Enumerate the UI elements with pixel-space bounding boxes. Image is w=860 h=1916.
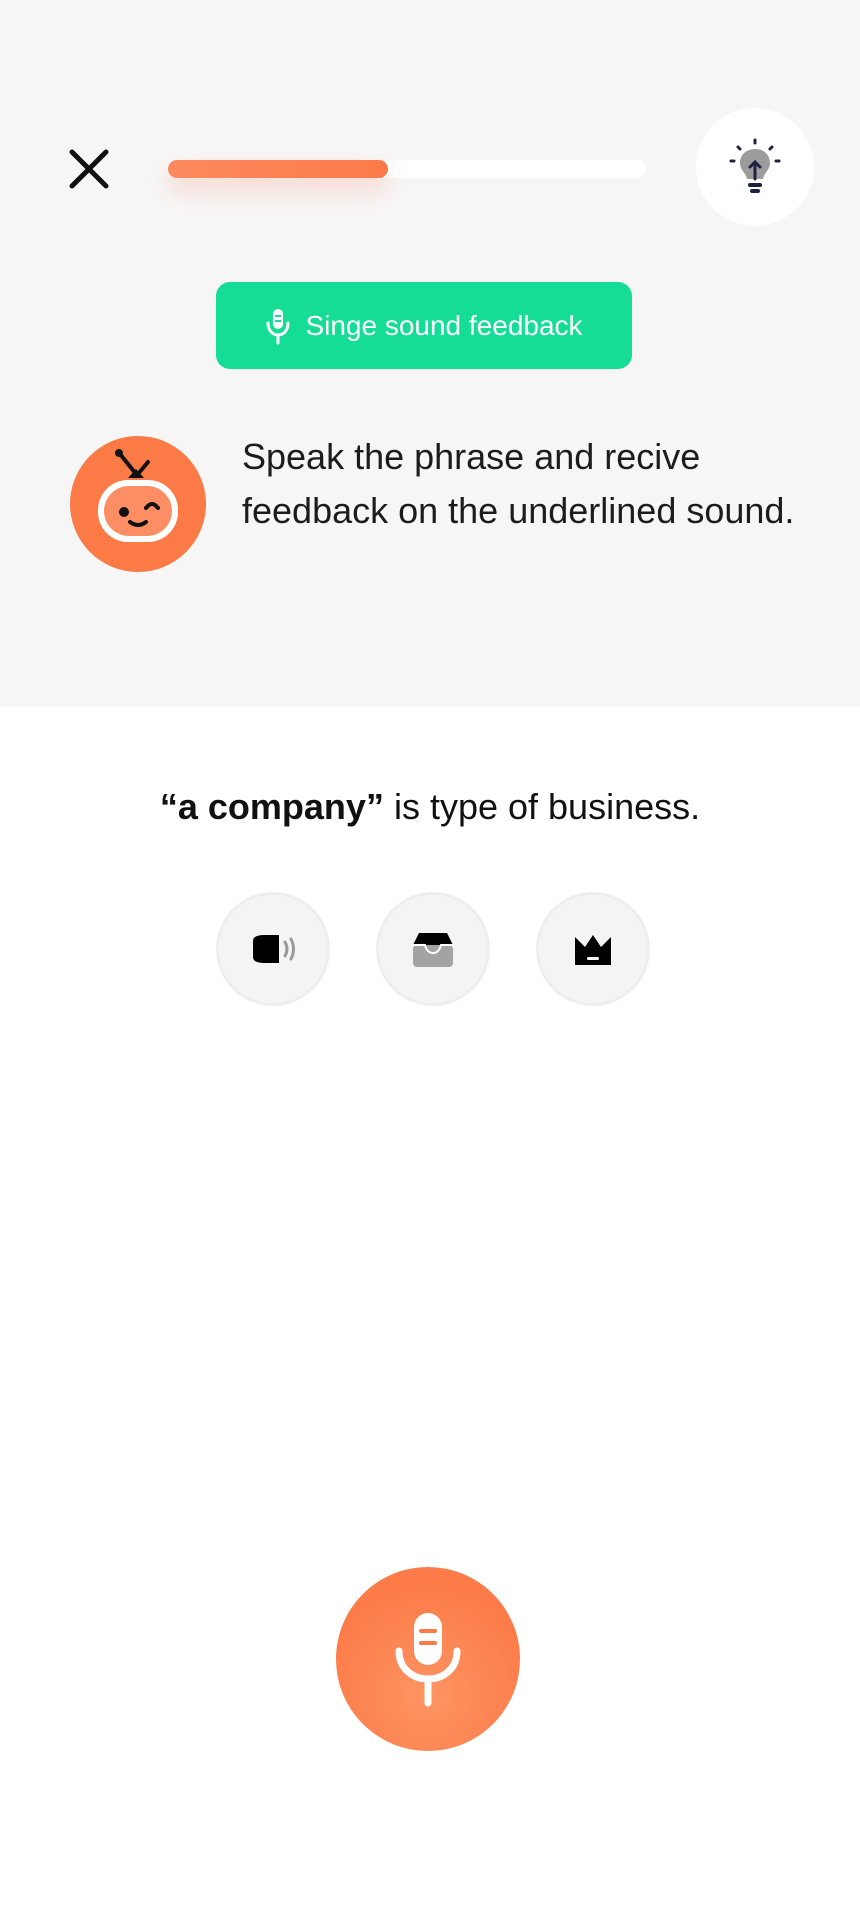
hint-button[interactable]: [696, 108, 814, 226]
practice-phrase: “a company” is type of business.: [0, 786, 860, 828]
lesson-header-area: Singe sound feedback Speak the phrase an…: [0, 0, 860, 706]
premium-button[interactable]: [536, 892, 650, 1006]
progress-fill: [168, 160, 388, 178]
phrase-tools: [216, 892, 650, 1006]
speaker-icon: [253, 935, 295, 963]
instruction-text: Speak the phrase and recive feedback on …: [242, 436, 795, 531]
microphone-icon: [395, 1613, 461, 1707]
close-icon: [69, 149, 109, 189]
close-button[interactable]: [60, 140, 118, 198]
save-button[interactable]: [376, 892, 490, 1006]
robot-mascot-avatar: [70, 436, 206, 572]
badge-label: Singe sound feedback: [305, 309, 583, 341]
inbox-tray-icon: [413, 933, 453, 967]
crown-icon: [575, 935, 611, 965]
phrase-rest: is type of business.: [383, 786, 701, 827]
progress-bar: [168, 160, 646, 178]
lightbulb-icon: [729, 138, 781, 193]
robot-mascot-icon: [98, 449, 178, 542]
single-sound-feedback-badge: Singe sound feedback: [216, 282, 632, 369]
microphone-icon: [266, 308, 290, 344]
phrase-highlight: “a company”: [159, 786, 384, 827]
speaker-button[interactable]: [216, 892, 330, 1006]
record-microphone-button[interactable]: [336, 1567, 520, 1751]
